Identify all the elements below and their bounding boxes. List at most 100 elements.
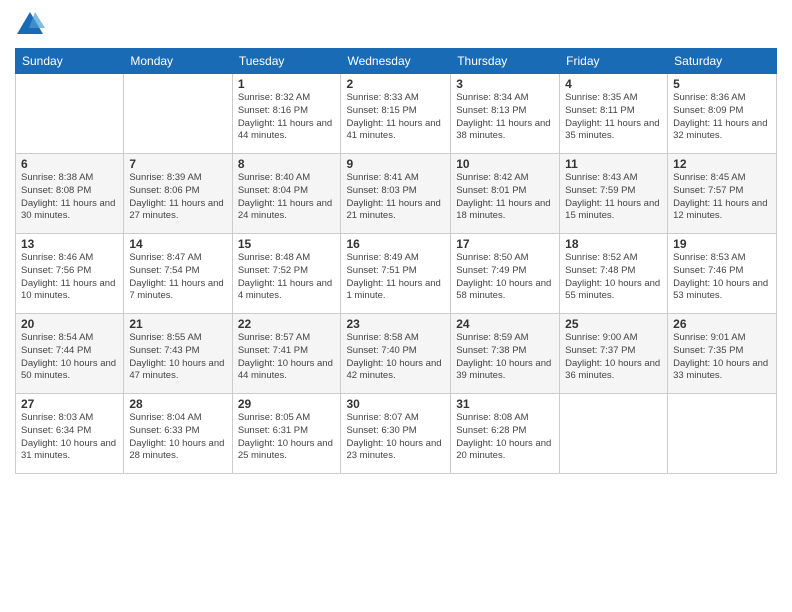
page: SundayMondayTuesdayWednesdayThursdayFrid…	[0, 0, 792, 612]
day-number: 10	[456, 157, 554, 171]
calendar-cell: 19Sunrise: 8:53 AMSunset: 7:46 PMDayligh…	[668, 234, 777, 314]
day-info: Sunrise: 8:42 AMSunset: 8:01 PMDaylight:…	[456, 172, 554, 223]
calendar-cell: 25Sunrise: 9:00 AMSunset: 7:37 PMDayligh…	[560, 314, 668, 394]
day-info: Sunrise: 8:36 AMSunset: 8:09 PMDaylight:…	[673, 92, 771, 143]
calendar-cell: 9Sunrise: 8:41 AMSunset: 8:03 PMDaylight…	[341, 154, 451, 234]
day-number: 21	[129, 317, 226, 331]
day-number: 19	[673, 237, 771, 251]
day-header-monday: Monday	[124, 49, 232, 74]
calendar-week-3: 13Sunrise: 8:46 AMSunset: 7:56 PMDayligh…	[16, 234, 777, 314]
day-info: Sunrise: 8:55 AMSunset: 7:43 PMDaylight:…	[129, 332, 226, 383]
day-info: Sunrise: 8:08 AMSunset: 6:28 PMDaylight:…	[456, 412, 554, 463]
calendar-cell: 24Sunrise: 8:59 AMSunset: 7:38 PMDayligh…	[451, 314, 560, 394]
day-info: Sunrise: 8:58 AMSunset: 7:40 PMDaylight:…	[346, 332, 445, 383]
day-number: 27	[21, 397, 118, 411]
calendar-cell	[560, 394, 668, 474]
calendar-cell: 16Sunrise: 8:49 AMSunset: 7:51 PMDayligh…	[341, 234, 451, 314]
calendar-cell: 18Sunrise: 8:52 AMSunset: 7:48 PMDayligh…	[560, 234, 668, 314]
calendar-cell: 7Sunrise: 8:39 AMSunset: 8:06 PMDaylight…	[124, 154, 232, 234]
day-info: Sunrise: 8:50 AMSunset: 7:49 PMDaylight:…	[456, 252, 554, 303]
day-number: 1	[238, 77, 336, 91]
calendar-cell: 20Sunrise: 8:54 AMSunset: 7:44 PMDayligh…	[16, 314, 124, 394]
calendar-cell: 14Sunrise: 8:47 AMSunset: 7:54 PMDayligh…	[124, 234, 232, 314]
day-info: Sunrise: 8:32 AMSunset: 8:16 PMDaylight:…	[238, 92, 336, 143]
day-info: Sunrise: 8:54 AMSunset: 7:44 PMDaylight:…	[21, 332, 118, 383]
day-header-thursday: Thursday	[451, 49, 560, 74]
day-number: 23	[346, 317, 445, 331]
header	[15, 10, 777, 40]
calendar-cell: 13Sunrise: 8:46 AMSunset: 7:56 PMDayligh…	[16, 234, 124, 314]
day-number: 5	[673, 77, 771, 91]
calendar-cell	[16, 74, 124, 154]
day-info: Sunrise: 8:34 AMSunset: 8:13 PMDaylight:…	[456, 92, 554, 143]
day-number: 9	[346, 157, 445, 171]
calendar-cell: 26Sunrise: 9:01 AMSunset: 7:35 PMDayligh…	[668, 314, 777, 394]
day-number: 30	[346, 397, 445, 411]
calendar-cell: 15Sunrise: 8:48 AMSunset: 7:52 PMDayligh…	[232, 234, 341, 314]
calendar-cell: 3Sunrise: 8:34 AMSunset: 8:13 PMDaylight…	[451, 74, 560, 154]
calendar-cell: 12Sunrise: 8:45 AMSunset: 7:57 PMDayligh…	[668, 154, 777, 234]
calendar-week-5: 27Sunrise: 8:03 AMSunset: 6:34 PMDayligh…	[16, 394, 777, 474]
day-info: Sunrise: 8:43 AMSunset: 7:59 PMDaylight:…	[565, 172, 662, 223]
day-number: 24	[456, 317, 554, 331]
day-info: Sunrise: 8:53 AMSunset: 7:46 PMDaylight:…	[673, 252, 771, 303]
day-number: 31	[456, 397, 554, 411]
day-number: 11	[565, 157, 662, 171]
day-number: 8	[238, 157, 336, 171]
day-number: 28	[129, 397, 226, 411]
day-info: Sunrise: 8:35 AMSunset: 8:11 PMDaylight:…	[565, 92, 662, 143]
day-number: 25	[565, 317, 662, 331]
day-info: Sunrise: 8:45 AMSunset: 7:57 PMDaylight:…	[673, 172, 771, 223]
day-info: Sunrise: 8:39 AMSunset: 8:06 PMDaylight:…	[129, 172, 226, 223]
calendar-week-1: 1Sunrise: 8:32 AMSunset: 8:16 PMDaylight…	[16, 74, 777, 154]
calendar-cell: 8Sunrise: 8:40 AMSunset: 8:04 PMDaylight…	[232, 154, 341, 234]
day-info: Sunrise: 8:57 AMSunset: 7:41 PMDaylight:…	[238, 332, 336, 383]
day-header-friday: Friday	[560, 49, 668, 74]
calendar-header-row: SundayMondayTuesdayWednesdayThursdayFrid…	[16, 49, 777, 74]
day-header-sunday: Sunday	[16, 49, 124, 74]
calendar-cell: 17Sunrise: 8:50 AMSunset: 7:49 PMDayligh…	[451, 234, 560, 314]
day-number: 16	[346, 237, 445, 251]
day-info: Sunrise: 9:00 AMSunset: 7:37 PMDaylight:…	[565, 332, 662, 383]
day-info: Sunrise: 8:04 AMSunset: 6:33 PMDaylight:…	[129, 412, 226, 463]
calendar-cell: 29Sunrise: 8:05 AMSunset: 6:31 PMDayligh…	[232, 394, 341, 474]
day-info: Sunrise: 8:59 AMSunset: 7:38 PMDaylight:…	[456, 332, 554, 383]
day-number: 3	[456, 77, 554, 91]
day-number: 7	[129, 157, 226, 171]
day-number: 22	[238, 317, 336, 331]
day-info: Sunrise: 8:49 AMSunset: 7:51 PMDaylight:…	[346, 252, 445, 303]
day-header-saturday: Saturday	[668, 49, 777, 74]
calendar-cell	[124, 74, 232, 154]
day-number: 17	[456, 237, 554, 251]
calendar-cell: 6Sunrise: 8:38 AMSunset: 8:08 PMDaylight…	[16, 154, 124, 234]
calendar-cell: 23Sunrise: 8:58 AMSunset: 7:40 PMDayligh…	[341, 314, 451, 394]
day-number: 26	[673, 317, 771, 331]
calendar-cell: 2Sunrise: 8:33 AMSunset: 8:15 PMDaylight…	[341, 74, 451, 154]
day-info: Sunrise: 9:01 AMSunset: 7:35 PMDaylight:…	[673, 332, 771, 383]
day-info: Sunrise: 8:40 AMSunset: 8:04 PMDaylight:…	[238, 172, 336, 223]
day-info: Sunrise: 8:07 AMSunset: 6:30 PMDaylight:…	[346, 412, 445, 463]
day-info: Sunrise: 8:41 AMSunset: 8:03 PMDaylight:…	[346, 172, 445, 223]
day-number: 14	[129, 237, 226, 251]
calendar-cell: 28Sunrise: 8:04 AMSunset: 6:33 PMDayligh…	[124, 394, 232, 474]
day-number: 2	[346, 77, 445, 91]
day-header-tuesday: Tuesday	[232, 49, 341, 74]
calendar-cell: 30Sunrise: 8:07 AMSunset: 6:30 PMDayligh…	[341, 394, 451, 474]
calendar-week-2: 6Sunrise: 8:38 AMSunset: 8:08 PMDaylight…	[16, 154, 777, 234]
day-number: 13	[21, 237, 118, 251]
calendar-cell: 5Sunrise: 8:36 AMSunset: 8:09 PMDaylight…	[668, 74, 777, 154]
calendar-cell: 21Sunrise: 8:55 AMSunset: 7:43 PMDayligh…	[124, 314, 232, 394]
day-info: Sunrise: 8:33 AMSunset: 8:15 PMDaylight:…	[346, 92, 445, 143]
day-number: 29	[238, 397, 336, 411]
day-number: 15	[238, 237, 336, 251]
day-info: Sunrise: 8:48 AMSunset: 7:52 PMDaylight:…	[238, 252, 336, 303]
day-info: Sunrise: 8:52 AMSunset: 7:48 PMDaylight:…	[565, 252, 662, 303]
calendar-week-4: 20Sunrise: 8:54 AMSunset: 7:44 PMDayligh…	[16, 314, 777, 394]
calendar-table: SundayMondayTuesdayWednesdayThursdayFrid…	[15, 48, 777, 474]
calendar-cell: 1Sunrise: 8:32 AMSunset: 8:16 PMDaylight…	[232, 74, 341, 154]
day-number: 18	[565, 237, 662, 251]
day-info: Sunrise: 8:47 AMSunset: 7:54 PMDaylight:…	[129, 252, 226, 303]
calendar-cell: 11Sunrise: 8:43 AMSunset: 7:59 PMDayligh…	[560, 154, 668, 234]
logo-icon	[15, 10, 45, 40]
day-info: Sunrise: 8:05 AMSunset: 6:31 PMDaylight:…	[238, 412, 336, 463]
